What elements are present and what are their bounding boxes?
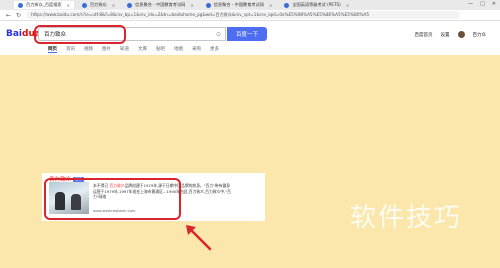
refresh-icon[interactable]: ↻ (16, 12, 21, 19)
tab-purchase[interactable]: 采购 (192, 46, 201, 53)
annotation-circle-result (44, 178, 181, 220)
tab-web[interactable]: 网页 (48, 46, 57, 53)
logo-text-black: Bai (6, 29, 23, 39)
close-window-icon[interactable]: ✕ (492, 1, 496, 7)
browser-tab-bar: 百力致众_百度搜索 ✕ 百力致众 ✕ 信息聚合 - 中国教育考试网 ✕ 信息聚合… (0, 0, 500, 10)
address-bar-row: ← ↻ https://www.baidu.com/s?ie=utf-8&f=8… (0, 10, 500, 21)
tab-images[interactable]: 图片 (102, 46, 111, 53)
annotation-circle-search (34, 25, 126, 44)
browser-tab-4[interactable]: 信息聚合 - 中国教育考试网 ✕ (202, 1, 277, 9)
tab-title: 信息聚合 - 中国教育考试网 (213, 2, 264, 7)
tab-more[interactable]: 更多 (210, 46, 219, 53)
tab-zhidao[interactable]: 知道 (120, 46, 129, 53)
address-bar[interactable]: https://www.baidu.com/s?ie=utf-8&f=8&rsv… (26, 11, 460, 19)
tab-close-icon[interactable]: ✕ (346, 3, 349, 8)
tab-favicon-icon (81, 2, 87, 8)
tab-favicon-icon (127, 2, 133, 8)
search-button[interactable]: 百度一下 (227, 27, 267, 41)
tab-map[interactable]: 地图 (174, 46, 183, 53)
watermark: 软件技巧 (350, 203, 463, 233)
user-links: 百度首页 设置 百力众 (415, 31, 487, 38)
tab-tieba[interactable]: 贴吧 (156, 46, 165, 53)
tab-video[interactable]: 视频 (84, 46, 93, 53)
browser-tab-1[interactable]: 百力致众_百度搜索 ✕ (14, 1, 74, 9)
browser-tab-2[interactable]: 百力致众 ✕ (78, 1, 119, 9)
back-icon[interactable]: ← (6, 12, 11, 19)
home-link[interactable]: 百度首页 (415, 32, 433, 38)
tab-favicon-icon (284, 2, 290, 8)
minimize-icon[interactable]: — (468, 1, 473, 7)
tab-news[interactable]: 资讯 (66, 46, 75, 53)
browser-tab-3[interactable]: 信息聚合 - 中国教育考试网 ✕ (123, 1, 198, 9)
tab-title: 全国英语等级考试 (PETS) (292, 2, 341, 7)
tab-close-icon[interactable]: ✕ (112, 3, 115, 8)
tab-favicon-icon (205, 2, 211, 8)
tab-title: 百力致众 (89, 2, 107, 7)
window-controls: — □ ✕ (468, 1, 496, 7)
avatar[interactable] (457, 31, 465, 38)
search-tabs: 网页 资讯 视频 图片 知道 文库 贴吧 地图 采购 更多 (48, 46, 219, 53)
tab-close-icon[interactable]: ✕ (190, 3, 193, 8)
tab-title: 百力致众_百度搜索 (26, 2, 62, 7)
logo-text-red: du (22, 29, 35, 39)
search-header: Baidu百度 百力致众 ⊙ 百度一下 百度首页 设置 百力众 网页 资讯 视频… (0, 21, 500, 55)
tab-close-icon[interactable]: ✕ (67, 3, 70, 8)
tab-title: 信息聚合 - 中国教育考试网 (135, 2, 186, 7)
tab-wenku[interactable]: 文库 (138, 46, 147, 53)
annotation-arrow-icon (186, 225, 212, 251)
tab-favicon-icon (18, 2, 23, 8)
camera-icon[interactable]: ⊙ (216, 31, 221, 38)
username[interactable]: 百力众 (473, 32, 487, 38)
browser-tab-5[interactable]: 全国英语等级考试 (PETS) ✕ (280, 1, 353, 9)
tab-close-icon[interactable]: ✕ (269, 3, 272, 8)
maximize-icon[interactable]: □ (480, 1, 485, 7)
settings-link[interactable]: 设置 (441, 32, 450, 38)
